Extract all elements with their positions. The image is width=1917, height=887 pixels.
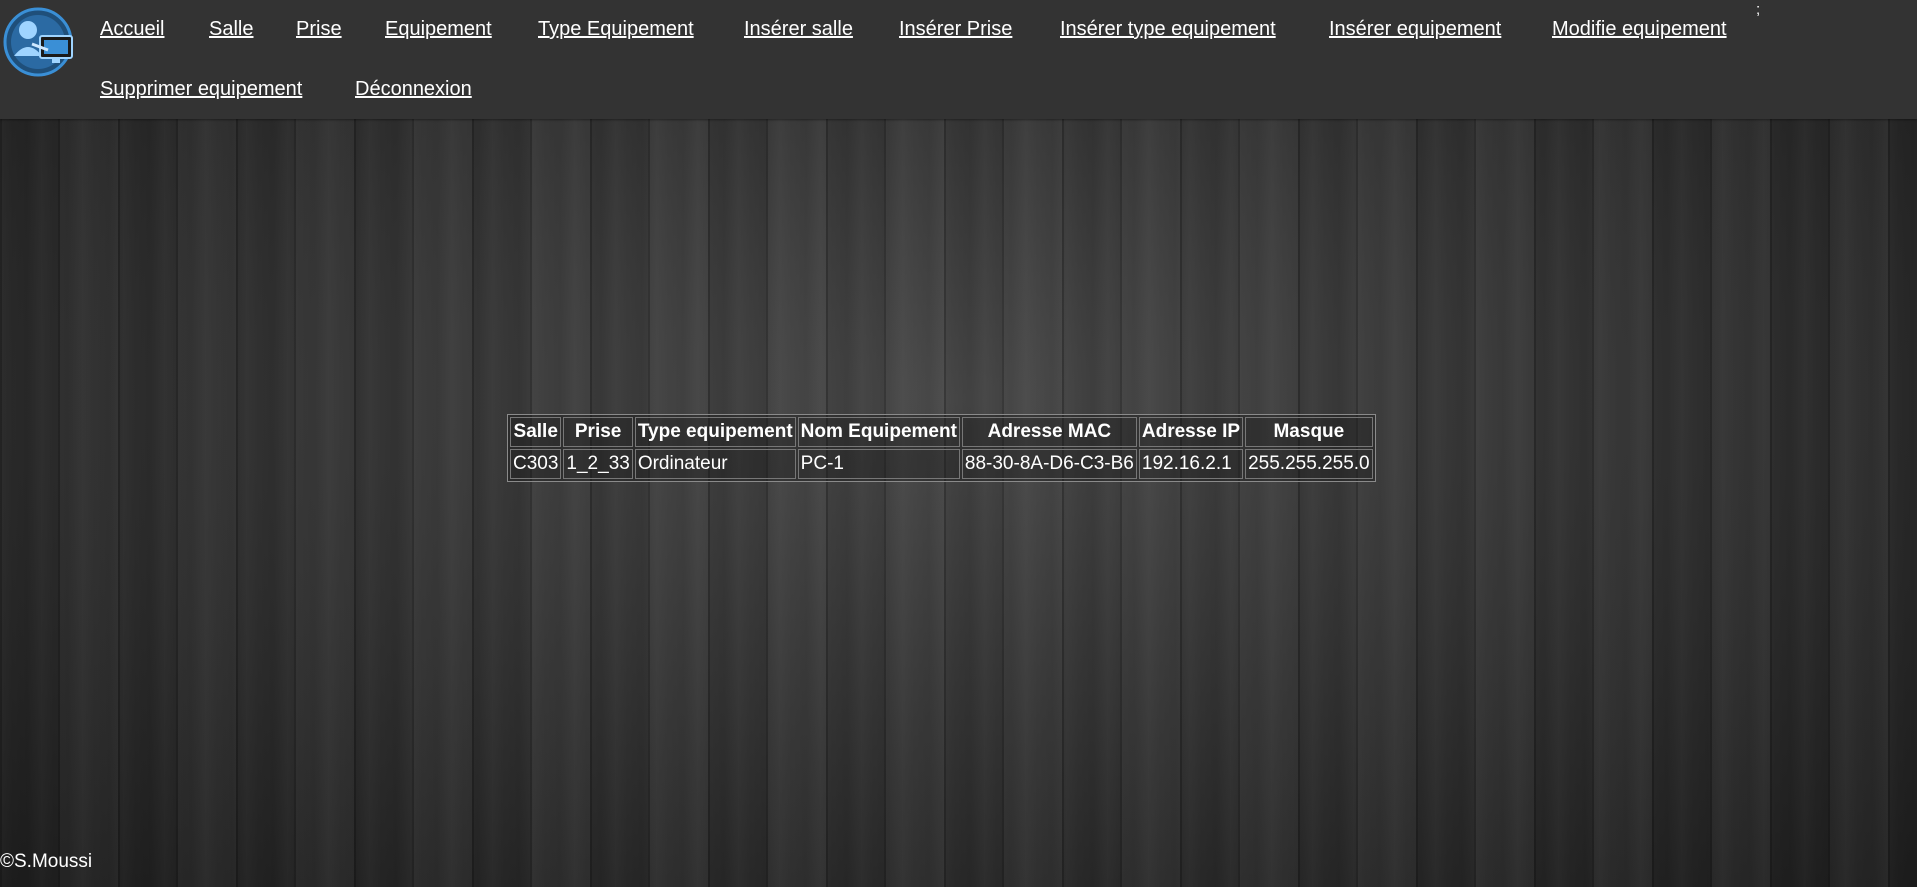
equipment-table-container: Salle Prise Type equipement Nom Equipeme…	[507, 414, 1376, 482]
nav-link-modifie-equipement[interactable]: Modifie equipement	[1552, 18, 1727, 40]
column-header-type-equipement: Type equipement	[634, 417, 796, 447]
cell-adresse-ip: 192.16.2.1	[1138, 449, 1244, 479]
column-header-prise: Prise	[563, 417, 633, 447]
column-header-masque: Masque	[1245, 417, 1373, 447]
nav-link-equipement[interactable]: Equipement	[385, 18, 492, 40]
nav-link-inserer-type-equipement[interactable]: Insérer type equipement	[1060, 18, 1276, 40]
column-header-nom-equipement: Nom Equipement	[797, 417, 960, 447]
footer-copyright: ©S.Moussi	[0, 851, 93, 872]
top-navigation-bar: Accueil Salle Prise Equipement Type Equi…	[0, 0, 1917, 119]
nav-link-salle[interactable]: Salle	[209, 18, 253, 40]
nav-link-inserer-equipement[interactable]: Insérer equipement	[1329, 18, 1501, 40]
site-logo-icon[interactable]	[2, 4, 78, 80]
cell-prise: 1_2_33	[563, 449, 633, 479]
table-header-row: Salle Prise Type equipement Nom Equipeme…	[510, 417, 1373, 447]
column-header-adresse-mac: Adresse MAC	[961, 417, 1137, 447]
nav-link-supprimer-equipement[interactable]: Supprimer equipement	[100, 78, 302, 100]
nav-link-prise[interactable]: Prise	[296, 18, 342, 40]
cell-type-equipement: Ordinateur	[634, 449, 796, 479]
stray-semicolon: ;	[1756, 1, 1761, 18]
table-row: C303 1_2_33 Ordinateur PC-1 88-30-8A-D6-…	[510, 449, 1373, 479]
nav-link-type-equipement[interactable]: Type Equipement	[538, 18, 694, 40]
cell-adresse-mac: 88-30-8A-D6-C3-B6	[961, 449, 1137, 479]
cell-masque: 255.255.255.0	[1245, 449, 1373, 479]
nav-link-deconnexion[interactable]: Déconnexion	[355, 78, 472, 100]
nav-link-inserer-salle[interactable]: Insérer salle	[744, 18, 853, 40]
cell-nom-equipement: PC-1	[797, 449, 960, 479]
cell-salle: C303	[510, 449, 562, 479]
equipment-table: Salle Prise Type equipement Nom Equipeme…	[507, 414, 1376, 482]
nav-link-accueil[interactable]: Accueil	[100, 18, 164, 40]
column-header-adresse-ip: Adresse IP	[1138, 417, 1244, 447]
nav-link-inserer-prise[interactable]: Insérer Prise	[899, 18, 1012, 40]
column-header-salle: Salle	[510, 417, 562, 447]
